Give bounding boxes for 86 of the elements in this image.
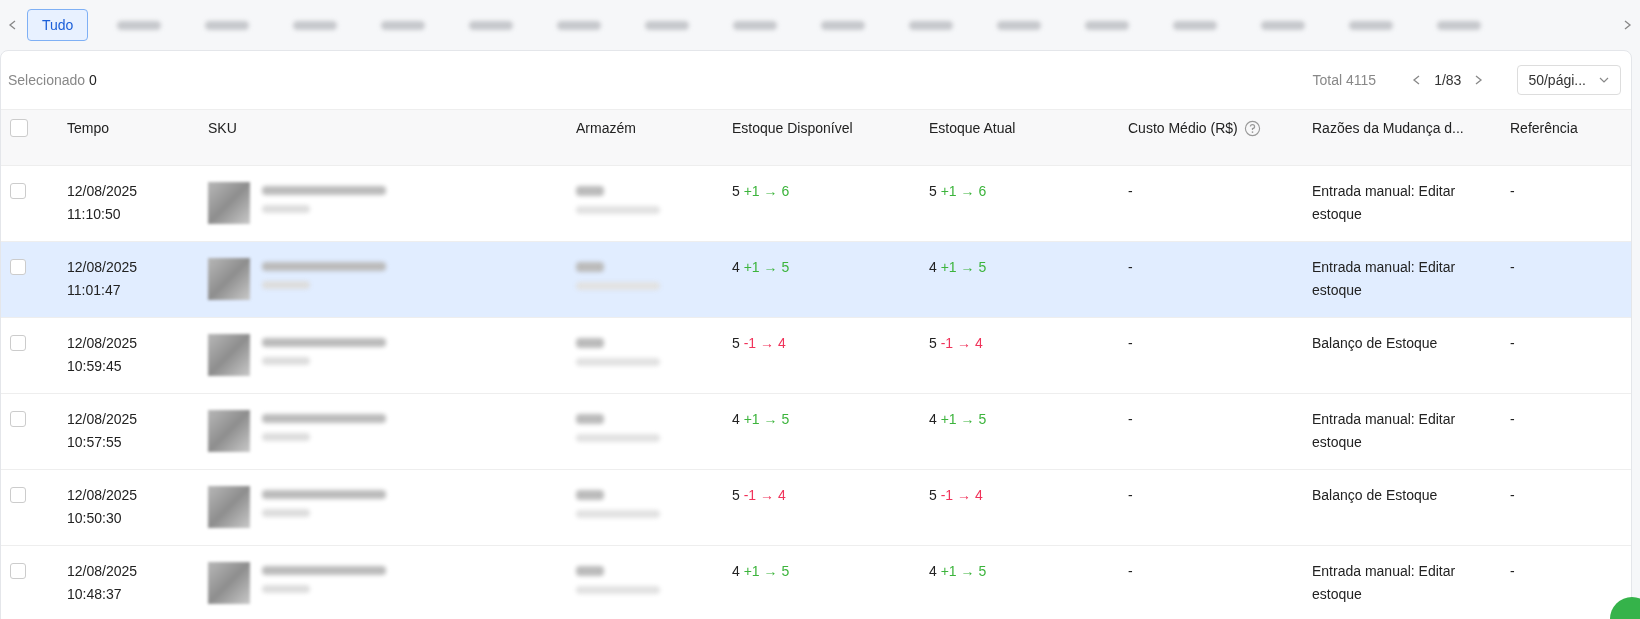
select-all-checkbox[interactable] (10, 119, 28, 138)
photo-placeholder (208, 258, 250, 300)
row-checkbox[interactable] (10, 259, 26, 275)
date-cell-text: 12/08/2025 (67, 562, 139, 581)
stock-change: 4 +1 → 5 (732, 563, 790, 579)
row-checkbox[interactable] (10, 183, 26, 199)
help-icon[interactable] (1243, 119, 1261, 137)
stock-change: 5 +1 → 6 (732, 183, 790, 199)
reason-cell-text: Balanço de Estoque (1312, 334, 1439, 353)
stock-change: 5 -1 → 4 (732, 335, 786, 351)
page-indicator: 1/83 (1434, 72, 1462, 88)
stock-change: 4 +1 → 5 (929, 259, 987, 275)
photo-placeholder (208, 410, 250, 452)
cost-cell-text: - (1128, 410, 1134, 429)
filter-tab[interactable]: Tudo (27, 9, 89, 41)
redacted-text (262, 357, 310, 365)
time-cell-text: 10:59:45 (67, 357, 123, 376)
column-header: Estoque Atual (929, 120, 1016, 137)
redacted-text (576, 338, 604, 348)
stock-change: 4 +1 → 5 (929, 563, 987, 579)
time-cell-text: 10:48:37 (67, 585, 123, 604)
reason-cell-text: Entrada manual: Editar estoque (1312, 258, 1457, 300)
column-header: Tempo (67, 120, 110, 137)
reference-cell-text: - (1510, 410, 1516, 429)
redacted-text (576, 262, 604, 272)
redacted-text (576, 186, 604, 196)
reason-cell-text: Entrada manual: Editar estoque (1312, 562, 1457, 604)
column-header: SKU (208, 120, 237, 137)
row-checkbox[interactable] (10, 335, 26, 351)
column-header: Estoque Disponível (732, 120, 853, 137)
total-count: Total 4115 (1312, 72, 1377, 88)
cost-cell-text: - (1128, 562, 1134, 581)
stock-change: 5 -1 → 4 (732, 487, 786, 503)
table-row[interactable]: 12/08/2025 10:59:45 5 -1 → 4 5 -1 → 4 - Balanço de Estoque - (1, 318, 1631, 394)
date-cell-text: 12/08/2025 (67, 486, 139, 505)
stock-change: 5 +1 → 6 (929, 183, 987, 199)
reference-cell-text: - (1510, 486, 1516, 505)
time-cell-text: 11:10:50 (67, 205, 122, 224)
time-cell-text: 10:50:30 (67, 509, 123, 528)
redacted-text (262, 585, 310, 593)
row-checkbox[interactable] (10, 563, 26, 579)
time-cell-text: 11:01:47 (67, 281, 122, 300)
date-cell-text: 12/08/2025 (67, 334, 139, 353)
reason-cell-text: Entrada manual: Editar estoque (1312, 182, 1457, 224)
column-header: Referência (1510, 120, 1578, 137)
redacted-text (262, 205, 310, 213)
row-checkbox[interactable] (10, 411, 26, 427)
redacted-text (576, 414, 604, 424)
date-cell-text: 12/08/2025 (67, 258, 139, 277)
column-header: Razões da Mudança d... (1312, 120, 1464, 137)
selected-count: Selecionado 0 (8, 72, 97, 88)
column-header: Custo Médio (R$) (1128, 120, 1238, 137)
stock-change: 4 +1 → 5 (732, 259, 790, 275)
reference-cell-text: - (1510, 334, 1516, 353)
date-cell-text: 12/08/2025 (67, 410, 139, 429)
redacted-text (262, 509, 310, 517)
stock-change: 4 +1 → 5 (929, 411, 987, 427)
stock-change: 5 -1 → 4 (929, 335, 983, 351)
photo-placeholder (208, 182, 250, 224)
cost-cell-text: - (1128, 334, 1134, 353)
table-row[interactable]: 12/08/2025 10:57:55 4 +1 → 5 4 +1 → 5 - Entrada manual: Editar estoque - (1, 394, 1631, 470)
cost-cell-text: - (1128, 258, 1134, 277)
date-cell-text: 12/08/2025 (67, 182, 139, 201)
redacted-text (576, 490, 604, 500)
reference-cell-text: - (1510, 182, 1516, 201)
redacted-text (262, 433, 310, 441)
time-cell-text: 10:57:55 (67, 433, 123, 452)
reference-cell-text: - (1510, 562, 1516, 581)
redacted-text (576, 566, 604, 576)
table-row[interactable]: 12/08/2025 10:50:30 5 -1 → 4 5 -1 → 4 - Balanço de Estoque - (1, 470, 1631, 546)
redacted-text (262, 281, 310, 289)
row-checkbox[interactable] (10, 487, 26, 503)
cost-cell-text: - (1128, 486, 1134, 505)
photo-placeholder (208, 562, 250, 604)
table-row[interactable]: 12/08/2025 10:48:37 4 +1 → 5 4 +1 → 5 - Entrada manual: Editar estoque - (1, 546, 1631, 619)
stock-change: 4 +1 → 5 (732, 411, 790, 427)
photo-placeholder (208, 486, 250, 528)
photo-placeholder (208, 334, 250, 376)
stock-change: 5 -1 → 4 (929, 487, 983, 503)
reason-cell-text: Balanço de Estoque (1312, 486, 1439, 505)
table-row[interactable]: 12/08/2025 11:01:47 4 +1 → 5 4 +1 → 5 - Entrada manual: Editar estoque - (1, 242, 1631, 318)
page-size-select[interactable]: 50/pági... (1517, 65, 1621, 95)
column-header: Armazém (576, 120, 636, 137)
reason-cell-text: Entrada manual: Editar estoque (1312, 410, 1457, 452)
cost-cell-text: - (1128, 182, 1134, 201)
reference-cell-text: - (1510, 258, 1516, 277)
